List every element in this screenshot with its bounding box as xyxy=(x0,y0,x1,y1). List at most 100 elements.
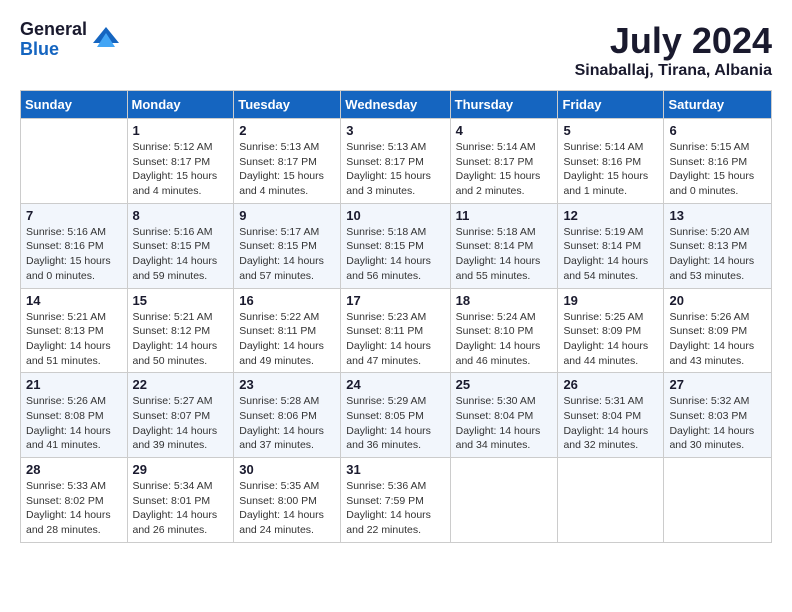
day-number: 25 xyxy=(456,377,553,392)
logo-icon xyxy=(91,25,121,55)
day-number: 10 xyxy=(346,208,444,223)
day-info: Sunrise: 5:19 AMSunset: 8:14 PMDaylight:… xyxy=(563,225,658,284)
day-number: 22 xyxy=(133,377,229,392)
day-number: 8 xyxy=(133,208,229,223)
calendar-cell: 13 Sunrise: 5:20 AMSunset: 8:13 PMDayligh… xyxy=(664,203,772,288)
calendar-cell xyxy=(558,458,664,543)
calendar-cell: 27 Sunrise: 5:32 AMSunset: 8:03 PMDayligh… xyxy=(664,373,772,458)
day-number: 14 xyxy=(26,293,122,308)
day-number: 13 xyxy=(669,208,766,223)
day-number: 28 xyxy=(26,462,122,477)
calendar-cell: 30Sunrise: 5:35 AMSunset: 8:00 PMDayligh… xyxy=(234,458,341,543)
calendar-cell: 22 Sunrise: 5:27 AMSunset: 8:07 PMDayligh… xyxy=(127,373,234,458)
calendar-cell: 15Sunrise: 5:21 AMSunset: 8:12 PMDayligh… xyxy=(127,288,234,373)
column-header-tuesday: Tuesday xyxy=(234,91,341,119)
week-row-5: 28 Sunrise: 5:33 AMSunset: 8:02 PMDayligh… xyxy=(21,458,772,543)
day-info: Sunrise: 5:16 AMSunset: 8:16 PMDaylight:… xyxy=(26,225,122,284)
day-info: Sunrise: 5:30 AMSunset: 8:04 PMDaylight:… xyxy=(456,394,553,453)
day-number: 18 xyxy=(456,293,553,308)
day-number: 29 xyxy=(133,462,229,477)
page-header: General Blue July 2024 Sinaballaj, Tiran… xyxy=(20,20,772,80)
location-text: Sinaballaj, Tirana, Albania xyxy=(575,62,772,80)
day-number: 17 xyxy=(346,293,444,308)
day-number: 30 xyxy=(239,462,335,477)
day-info: Sunrise: 5:14 AMSunset: 8:17 PMDaylight:… xyxy=(456,140,553,199)
day-info: Sunrise: 5:33 AMSunset: 8:02 PMDaylight:… xyxy=(26,479,122,538)
day-info: Sunrise: 5:20 AMSunset: 8:13 PMDaylight:… xyxy=(669,225,766,284)
day-info: Sunrise: 5:17 AMSunset: 8:15 PMDaylight:… xyxy=(239,225,335,284)
calendar-cell: 25 Sunrise: 5:30 AMSunset: 8:04 PMDayligh… xyxy=(450,373,558,458)
calendar-cell: 16Sunrise: 5:22 AMSunset: 8:11 PMDayligh… xyxy=(234,288,341,373)
column-header-wednesday: Wednesday xyxy=(341,91,450,119)
calendar-cell: 18 Sunrise: 5:24 AMSunset: 8:10 PMDayligh… xyxy=(450,288,558,373)
day-info: Sunrise: 5:18 AMSunset: 8:15 PMDaylight:… xyxy=(346,225,444,284)
calendar-cell: 23 Sunrise: 5:28 AMSunset: 8:06 PMDayligh… xyxy=(234,373,341,458)
day-number: 31 xyxy=(346,462,444,477)
calendar-cell: 14 Sunrise: 5:21 AMSunset: 8:13 PMDayligh… xyxy=(21,288,128,373)
calendar-cell: 3Sunrise: 5:13 AMSunset: 8:17 PMDaylight… xyxy=(341,119,450,204)
calendar-cell: 17 Sunrise: 5:23 AMSunset: 8:11 PMDayligh… xyxy=(341,288,450,373)
header-row: SundayMondayTuesdayWednesdayThursdayFrid… xyxy=(21,91,772,119)
calendar-cell: 26 Sunrise: 5:31 AMSunset: 8:04 PMDayligh… xyxy=(558,373,664,458)
calendar-cell: 10 Sunrise: 5:18 AMSunset: 8:15 PMDayligh… xyxy=(341,203,450,288)
day-number: 19 xyxy=(563,293,658,308)
day-number: 24 xyxy=(346,377,444,392)
day-number: 5 xyxy=(563,123,658,138)
day-number: 3 xyxy=(346,123,444,138)
column-header-friday: Friday xyxy=(558,91,664,119)
day-number: 7 xyxy=(26,208,122,223)
calendar-cell: 29 Sunrise: 5:34 AMSunset: 8:01 PMDayligh… xyxy=(127,458,234,543)
title-block: July 2024 Sinaballaj, Tirana, Albania xyxy=(575,20,772,80)
day-number: 27 xyxy=(669,377,766,392)
logo-blue-text: Blue xyxy=(20,40,87,60)
day-info: Sunrise: 5:21 AMSunset: 8:13 PMDaylight:… xyxy=(26,310,122,369)
calendar-cell: 20Sunrise: 5:26 AMSunset: 8:09 PMDayligh… xyxy=(664,288,772,373)
day-number: 20 xyxy=(669,293,766,308)
day-number: 16 xyxy=(239,293,335,308)
day-number: 1 xyxy=(133,123,229,138)
logo-general-text: General xyxy=(20,20,87,40)
day-info: Sunrise: 5:24 AMSunset: 8:10 PMDaylight:… xyxy=(456,310,553,369)
calendar-cell: 31 Sunrise: 5:36 AMSunset: 7:59 PMDayligh… xyxy=(341,458,450,543)
calendar-cell xyxy=(664,458,772,543)
day-number: 26 xyxy=(563,377,658,392)
day-info: Sunrise: 5:34 AMSunset: 8:01 PMDaylight:… xyxy=(133,479,229,538)
week-row-3: 14 Sunrise: 5:21 AMSunset: 8:13 PMDayligh… xyxy=(21,288,772,373)
column-header-saturday: Saturday xyxy=(664,91,772,119)
day-number: 21 xyxy=(26,377,122,392)
calendar-cell: 24Sunrise: 5:29 AMSunset: 8:05 PMDayligh… xyxy=(341,373,450,458)
column-header-monday: Monday xyxy=(127,91,234,119)
day-number: 11 xyxy=(456,208,553,223)
day-info: Sunrise: 5:32 AMSunset: 8:03 PMDaylight:… xyxy=(669,394,766,453)
day-number: 9 xyxy=(239,208,335,223)
week-row-2: 7 Sunrise: 5:16 AMSunset: 8:16 PMDaylight… xyxy=(21,203,772,288)
day-info: Sunrise: 5:16 AMSunset: 8:15 PMDaylight:… xyxy=(133,225,229,284)
day-info: Sunrise: 5:25 AMSunset: 8:09 PMDaylight:… xyxy=(563,310,658,369)
calendar-cell: 11Sunrise: 5:18 AMSunset: 8:14 PMDayligh… xyxy=(450,203,558,288)
month-year-title: July 2024 xyxy=(575,20,772,62)
day-number: 6 xyxy=(669,123,766,138)
calendar-cell: 19 Sunrise: 5:25 AMSunset: 8:09 PMDayligh… xyxy=(558,288,664,373)
calendar-cell: 8 Sunrise: 5:16 AMSunset: 8:15 PMDaylight… xyxy=(127,203,234,288)
calendar-cell: 2 Sunrise: 5:13 AMSunset: 8:17 PMDaylight… xyxy=(234,119,341,204)
calendar-cell: 12 Sunrise: 5:19 AMSunset: 8:14 PMDayligh… xyxy=(558,203,664,288)
day-info: Sunrise: 5:13 AMSunset: 8:17 PMDaylight:… xyxy=(239,140,335,199)
calendar-cell: 4Sunrise: 5:14 AMSunset: 8:17 PMDaylight… xyxy=(450,119,558,204)
day-info: Sunrise: 5:28 AMSunset: 8:06 PMDaylight:… xyxy=(239,394,335,453)
calendar-cell: 5 Sunrise: 5:14 AMSunset: 8:16 PMDaylight… xyxy=(558,119,664,204)
day-info: Sunrise: 5:23 AMSunset: 8:11 PMDaylight:… xyxy=(346,310,444,369)
logo: General Blue xyxy=(20,20,121,60)
day-info: Sunrise: 5:14 AMSunset: 8:16 PMDaylight:… xyxy=(563,140,658,199)
calendar-cell: 9 Sunrise: 5:17 AMSunset: 8:15 PMDaylight… xyxy=(234,203,341,288)
day-info: Sunrise: 5:27 AMSunset: 8:07 PMDaylight:… xyxy=(133,394,229,453)
day-number: 12 xyxy=(563,208,658,223)
day-number: 23 xyxy=(239,377,335,392)
week-row-4: 21Sunrise: 5:26 AMSunset: 8:08 PMDayligh… xyxy=(21,373,772,458)
calendar-cell xyxy=(21,119,128,204)
calendar-cell xyxy=(450,458,558,543)
column-header-thursday: Thursday xyxy=(450,91,558,119)
day-info: Sunrise: 5:31 AMSunset: 8:04 PMDaylight:… xyxy=(563,394,658,453)
day-number: 2 xyxy=(239,123,335,138)
day-info: Sunrise: 5:36 AMSunset: 7:59 PMDaylight:… xyxy=(346,479,444,538)
calendar-cell: 21Sunrise: 5:26 AMSunset: 8:08 PMDayligh… xyxy=(21,373,128,458)
